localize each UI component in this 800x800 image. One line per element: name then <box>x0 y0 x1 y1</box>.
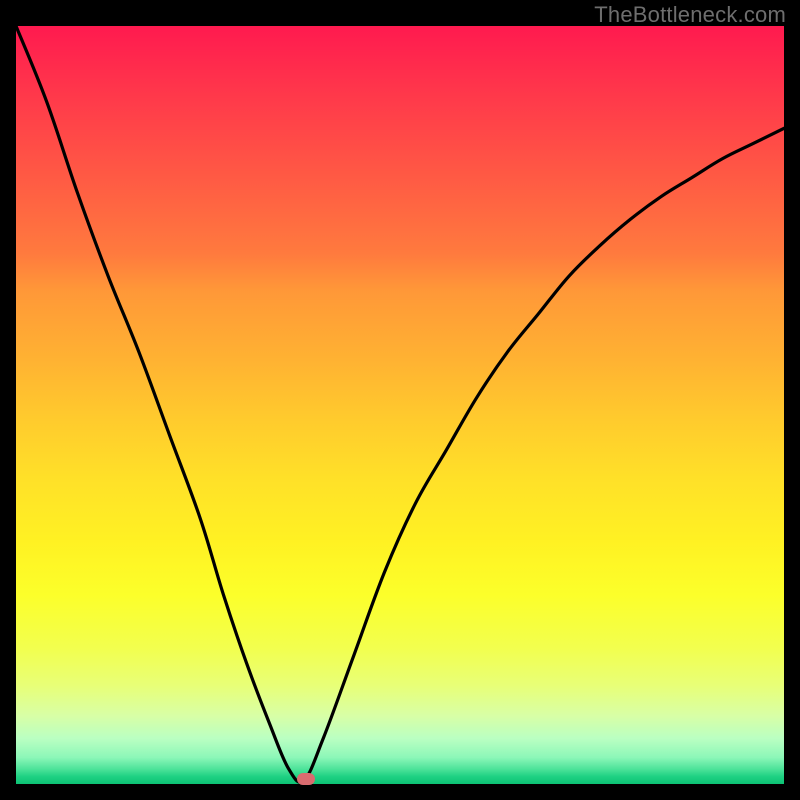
watermark-text: TheBottleneck.com <box>594 2 786 28</box>
chart-frame <box>16 26 784 784</box>
optimal-point-marker <box>297 773 315 785</box>
bottleneck-curve-path <box>16 26 784 782</box>
chart-curve-svg <box>16 26 784 784</box>
